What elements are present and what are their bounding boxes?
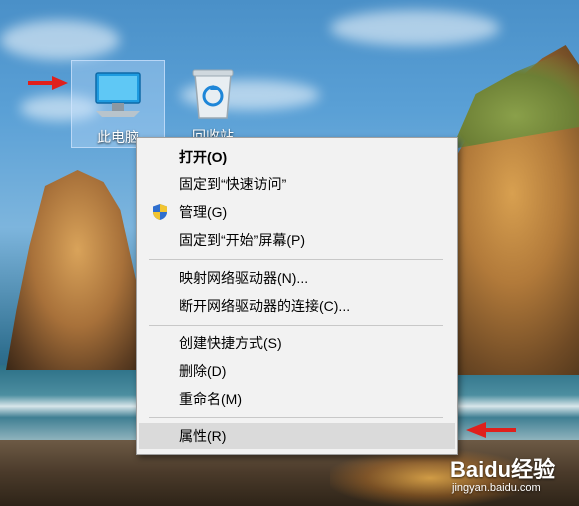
cloud <box>0 20 120 60</box>
menu-item-pin-start[interactable]: 固定到“开始”屏幕(P) <box>139 227 455 253</box>
desktop-icon-recycle-bin[interactable]: 回收站 <box>167 60 259 146</box>
menu-item-map-network-drive[interactable]: 映射网络驱动器(N)... <box>139 265 455 291</box>
desktop-icon-this-pc[interactable]: 此电脑 <box>71 60 165 148</box>
menu-item-label: 打开(O) <box>179 149 228 165</box>
menu-item-pin-quick-access[interactable]: 固定到“快速访问” <box>139 171 455 197</box>
menu-item-manage[interactable]: 管理(G) <box>139 199 455 225</box>
uac-shield-icon <box>153 204 167 220</box>
menu-item-open[interactable]: 打开(O) <box>139 144 455 170</box>
cloud <box>330 10 500 46</box>
watermark: Baidu经验 jingyan.baidu.com <box>450 448 575 504</box>
menu-separator <box>149 417 443 418</box>
menu-item-label: 固定到“快速访问” <box>179 176 287 192</box>
menu-item-create-shortcut[interactable]: 创建快捷方式(S) <box>139 330 455 356</box>
menu-separator <box>149 259 443 260</box>
annotation-arrow-right <box>466 422 516 438</box>
menu-separator <box>149 325 443 326</box>
recycle-bin-icon <box>192 69 234 119</box>
menu-item-label: 映射网络驱动器(N)... <box>179 270 309 286</box>
menu-item-label: 属性(R) <box>179 428 227 444</box>
menu-item-rename[interactable]: 重命名(M) <box>139 386 455 412</box>
menu-item-label: 重命名(M) <box>179 391 242 407</box>
this-pc-icon <box>95 72 141 117</box>
watermark-url: jingyan.baidu.com <box>452 482 541 494</box>
menu-item-properties[interactable]: 属性(R) <box>139 423 455 449</box>
menu-item-disconnect-network-drive[interactable]: 断开网络驱动器的连接(C)... <box>139 293 455 319</box>
watermark-main: Baidu经验 <box>450 457 556 482</box>
menu-item-delete[interactable]: 删除(D) <box>139 358 455 384</box>
context-menu: 打开(O) 固定到“快速访问” 管理(G) 固定到“开始”屏幕(P) 映射网络驱… <box>136 137 458 455</box>
rock-left <box>6 170 136 370</box>
menu-item-label: 断开网络驱动器的连接(C)... <box>179 298 351 314</box>
menu-item-label: 创建快捷方式(S) <box>179 335 282 351</box>
menu-item-label: 管理(G) <box>179 204 228 220</box>
menu-item-label: 固定到“开始”屏幕(P) <box>179 232 305 248</box>
annotation-arrow-left <box>28 76 68 90</box>
menu-item-label: 删除(D) <box>179 363 227 379</box>
